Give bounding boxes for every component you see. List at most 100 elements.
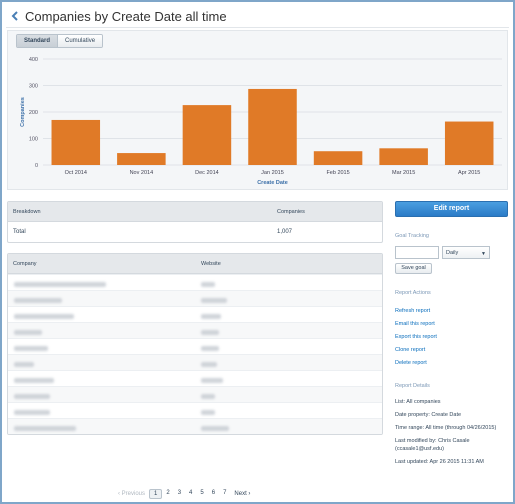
website-redacted[interactable] bbox=[201, 298, 227, 303]
table-row[interactable] bbox=[8, 370, 382, 386]
table-row[interactable] bbox=[8, 338, 382, 354]
page-link-7[interactable]: 7 bbox=[219, 489, 230, 499]
y-tick-label: 400 bbox=[29, 57, 38, 63]
left-column: Breakdown Companies Total 1,007 Company … bbox=[7, 201, 383, 435]
x-tick-label: Nov 2014 bbox=[130, 170, 154, 176]
website-redacted[interactable] bbox=[201, 314, 221, 319]
chevron-down-icon: ▼ bbox=[481, 251, 486, 257]
company-name-redacted[interactable] bbox=[14, 378, 54, 383]
website-redacted[interactable] bbox=[201, 378, 223, 383]
website-redacted[interactable] bbox=[201, 426, 229, 431]
detail-list: List: All companies bbox=[395, 399, 441, 405]
company-column-header[interactable]: Company bbox=[13, 261, 37, 267]
company-name-redacted[interactable] bbox=[14, 410, 50, 415]
table-row[interactable] bbox=[8, 402, 382, 418]
goal-period-select[interactable]: Daily ▼ bbox=[442, 246, 490, 259]
previous-page-link[interactable]: ‹ Previous bbox=[114, 490, 149, 498]
total-value: 1,007 bbox=[277, 229, 293, 235]
goal-tracking-heading: Goal Tracking bbox=[395, 233, 429, 239]
pagination: ‹ Previous 1234567 Next › bbox=[114, 488, 254, 500]
table-row[interactable] bbox=[8, 274, 382, 290]
report-actions-heading: Report Actions bbox=[395, 290, 431, 296]
report-details-list: List: All companies Date property: Creat… bbox=[395, 398, 508, 466]
bar-dec-2014 bbox=[182, 105, 232, 165]
companies-column-header: Companies bbox=[277, 209, 305, 215]
page-link-2[interactable]: 2 bbox=[162, 489, 173, 499]
total-row: Total 1,007 bbox=[8, 222, 382, 242]
companies-rows bbox=[8, 274, 382, 434]
table-row[interactable] bbox=[8, 418, 382, 434]
sidebar: Edit report Goal Tracking Daily ▼ Save g… bbox=[395, 201, 508, 466]
detail-date-property: Date property: Create Date bbox=[395, 412, 462, 418]
website-redacted[interactable] bbox=[201, 394, 215, 399]
bar-mar-2015 bbox=[379, 148, 428, 165]
report-details-heading: Report Details bbox=[395, 383, 430, 389]
x-tick-label: Dec 2014 bbox=[195, 170, 219, 176]
refresh-report-link[interactable]: Refresh report bbox=[395, 305, 508, 318]
website-column-header[interactable]: Website bbox=[201, 261, 221, 267]
edit-report-button[interactable]: Edit report bbox=[395, 201, 508, 217]
x-axis-label: Create Date bbox=[257, 180, 288, 186]
y-tick-label: 0 bbox=[35, 163, 38, 169]
company-name-redacted[interactable] bbox=[14, 346, 48, 351]
bar-feb-2015 bbox=[313, 151, 363, 165]
next-page-link[interactable]: Next › bbox=[230, 490, 254, 498]
chart-panel: Standard Cumulative 0 100 200 300 400 Compani… bbox=[7, 30, 508, 190]
email-report-link[interactable]: Email this report bbox=[395, 318, 508, 331]
goal-row: Daily ▼ bbox=[395, 246, 508, 259]
companies-header: Company Website bbox=[8, 254, 382, 274]
page-link-5[interactable]: 5 bbox=[196, 489, 207, 499]
y-axis-label: Companies bbox=[20, 97, 26, 127]
delete-report-link[interactable]: Delete report bbox=[395, 357, 508, 370]
company-name-redacted[interactable] bbox=[14, 394, 50, 399]
company-name-redacted[interactable] bbox=[14, 298, 62, 303]
bar-oct-2014 bbox=[51, 119, 101, 165]
x-tick-label: Apr 2015 bbox=[458, 170, 480, 176]
website-redacted[interactable] bbox=[201, 346, 219, 351]
export-report-link[interactable]: Export this report bbox=[395, 331, 508, 344]
goal-value-input[interactable] bbox=[395, 246, 439, 259]
page-numbers: 1234567 bbox=[149, 489, 230, 499]
bar-nov-2014 bbox=[117, 153, 166, 165]
bar-apr-2015 bbox=[444, 121, 494, 165]
total-label: Total bbox=[13, 229, 26, 235]
bar-jan-2015 bbox=[248, 88, 297, 165]
page-link-4[interactable]: 4 bbox=[185, 489, 196, 499]
detail-last-modified: Last modified by: Chris Casale (ccasale1… bbox=[395, 438, 470, 452]
company-name-redacted[interactable] bbox=[14, 362, 34, 367]
table-row[interactable] bbox=[8, 386, 382, 402]
website-redacted[interactable] bbox=[201, 362, 217, 367]
page-link-3[interactable]: 3 bbox=[174, 489, 185, 499]
x-tick-label: Mar 2015 bbox=[392, 170, 415, 176]
table-row[interactable] bbox=[8, 290, 382, 306]
report-window: Companies by Create Date all time Standa… bbox=[0, 0, 515, 504]
page-link-1[interactable]: 1 bbox=[149, 489, 163, 499]
website-redacted[interactable] bbox=[201, 330, 219, 335]
companies-table: Company Website bbox=[7, 253, 383, 435]
save-goal-button[interactable]: Save goal bbox=[395, 263, 432, 274]
y-tick-label: 100 bbox=[29, 137, 38, 143]
table-row[interactable] bbox=[8, 354, 382, 370]
title-divider bbox=[6, 27, 509, 28]
website-redacted[interactable] bbox=[201, 282, 215, 287]
back-chevron-icon[interactable] bbox=[10, 11, 20, 21]
y-tick-label: 200 bbox=[29, 110, 38, 116]
table-row[interactable] bbox=[8, 322, 382, 338]
company-name-redacted[interactable] bbox=[14, 314, 74, 319]
breakdown-header: Breakdown Companies bbox=[8, 202, 382, 222]
table-row[interactable] bbox=[8, 306, 382, 322]
page-title: Companies by Create Date all time bbox=[25, 8, 227, 24]
report-actions-list: Refresh report Email this report Export … bbox=[395, 305, 508, 370]
company-name-redacted[interactable] bbox=[14, 426, 76, 431]
breakdown-column-header: Breakdown bbox=[13, 209, 41, 215]
bar-chart: 0 100 200 300 400 Companies Oct 2014 Nov 2014 De… bbox=[20, 57, 502, 186]
page-link-6[interactable]: 6 bbox=[208, 489, 219, 499]
y-tick-label: 300 bbox=[29, 84, 38, 90]
website-redacted[interactable] bbox=[201, 410, 215, 415]
clone-report-link[interactable]: Clone report bbox=[395, 344, 508, 357]
title-row: Companies by Create Date all time bbox=[10, 8, 227, 24]
company-name-redacted[interactable] bbox=[14, 330, 42, 335]
detail-last-updated: Last updated: Apr 26 2015 11:31 AM bbox=[395, 459, 484, 465]
company-name-redacted[interactable] bbox=[14, 282, 106, 287]
x-tick-label: Jan 2015 bbox=[261, 170, 284, 176]
